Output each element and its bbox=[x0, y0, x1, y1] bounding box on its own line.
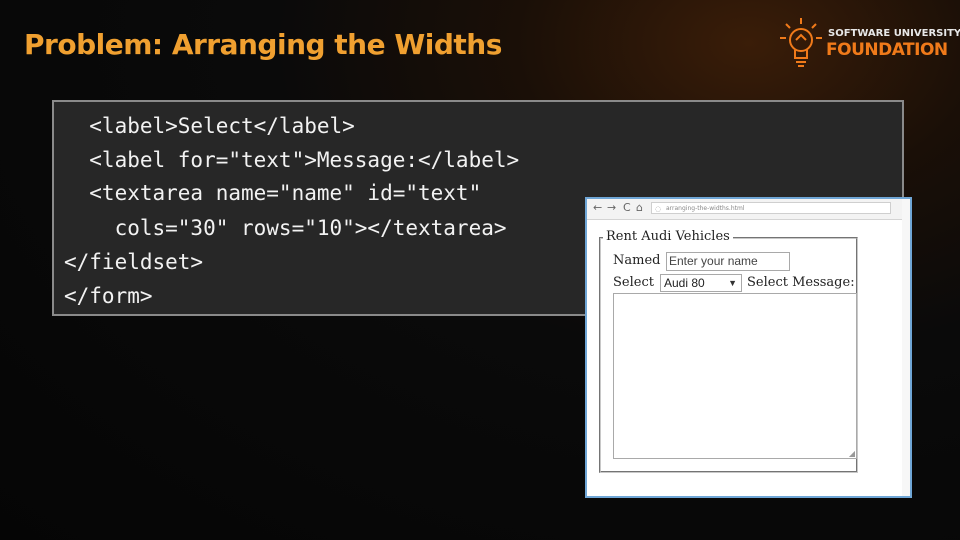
select-value: Audi 80 bbox=[664, 276, 705, 290]
message-textarea[interactable]: ◢ bbox=[613, 293, 857, 459]
lightbulb-logo-icon bbox=[780, 18, 822, 67]
softuni-foundation-logo: SOFTWARE UNIVERSITY FOUNDATION bbox=[778, 14, 960, 72]
code-line: <label>Select</label> bbox=[64, 114, 355, 138]
forward-arrow-icon[interactable]: → bbox=[607, 201, 616, 215]
code-line: <label for="text">Message:</label> bbox=[64, 148, 520, 172]
message-label: Select Message: bbox=[747, 275, 855, 290]
reload-icon[interactable]: C bbox=[623, 201, 631, 215]
car-select[interactable]: Audi 80 ▼ bbox=[660, 274, 742, 292]
code-line: </fieldset> bbox=[64, 250, 204, 274]
slide-title: Problem: Arranging the Widths bbox=[24, 28, 502, 61]
code-line: cols="30" rows="10"></textarea> bbox=[64, 216, 507, 240]
select-label: Select bbox=[613, 275, 654, 290]
fieldset-legend: Rent Audi Vehicles bbox=[603, 229, 733, 244]
browser-screenshot: ← → C ⌂ arranging-the-widths.html ◌ Rent… bbox=[585, 197, 912, 498]
address-bar[interactable]: arranging-the-widths.html bbox=[651, 202, 891, 214]
code-line: <textarea name="name" id="text" bbox=[64, 181, 482, 205]
scrollbar[interactable] bbox=[902, 199, 910, 496]
name-label: Named bbox=[613, 253, 661, 268]
logo-line2: FOUNDATION bbox=[826, 40, 948, 60]
logo-line1: SOFTWARE UNIVERSITY bbox=[828, 28, 960, 39]
resize-handle-icon[interactable]: ◢ bbox=[849, 450, 855, 458]
page-info-icon: ◌ bbox=[655, 205, 662, 213]
home-icon[interactable]: ⌂ bbox=[636, 201, 643, 215]
dropdown-arrow-icon: ▼ bbox=[728, 278, 737, 288]
name-input[interactable]: Enter your name bbox=[666, 252, 790, 271]
back-arrow-icon[interactable]: ← bbox=[593, 201, 602, 215]
browser-toolbar: ← → C ⌂ arranging-the-widths.html ◌ bbox=[587, 199, 910, 220]
code-line: </form> bbox=[64, 284, 153, 308]
